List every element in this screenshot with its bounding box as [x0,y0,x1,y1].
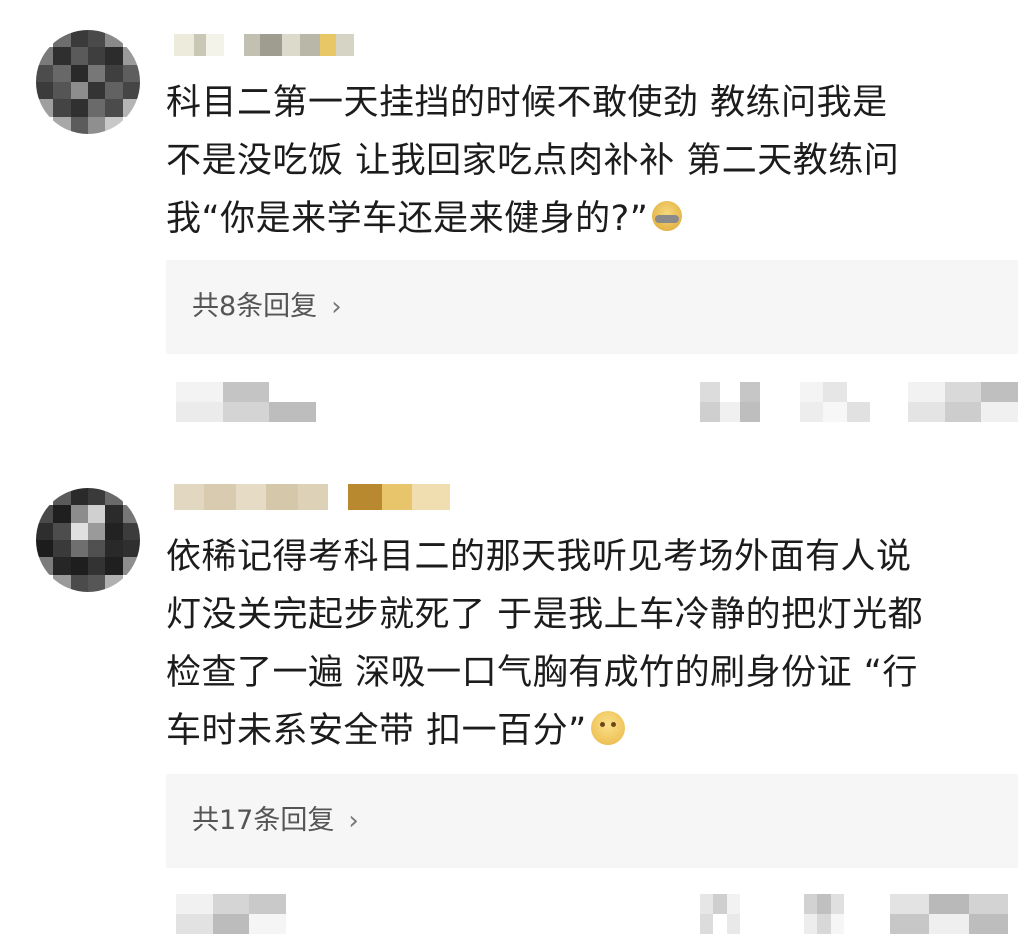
comment-item: 依稀记得考科目二的那天我听见考场外面有人说 灯没关完起步就死了 于是我上车冷静的… [0,468,1024,936]
pixelated-reply-action[interactable] [700,382,760,422]
reply-count-label: 共8条回复 › [192,260,342,354]
comment-actions-bar [0,894,1024,934]
chevron-right-icon: › [331,292,342,322]
pixelated-timestamp [176,382,316,422]
comment-text-line: 检查了一遍 深吸一口气胸有成竹的刷身份证 “行 [166,653,918,693]
chevron-right-icon: › [348,806,359,836]
comment-text-line: 我“你是来学车还是来健身的?” [166,190,1006,248]
pixelated-like-action[interactable] [800,382,870,422]
comment-text-line: 不是没吃饭 让我回家吃点肉补补 第二天教练问 [166,141,900,181]
comment-text-line: 科目二第一天挂挡的时候不敢使劲 教练问我是 [166,83,888,123]
view-replies-button[interactable]: 共8条回复 › [166,260,1018,354]
comment-text-line: 灯没关完起步就死了 于是我上车冷静的把灯光都 [166,595,924,635]
pixelated-more-action[interactable] [890,894,1008,934]
view-replies-button[interactable]: 共17条回复 › [166,774,1018,868]
pixelated-like-action[interactable] [804,894,844,934]
pixelated-timestamp [176,894,286,934]
pixelated-username[interactable] [174,34,354,56]
comment-item: 科目二第一天挂挡的时候不敢使劲 教练问我是 不是没吃饭 让我回家吃点肉补补 第二… [0,0,1024,468]
reply-count-label: 共17条回复 › [192,774,359,868]
pixelated-more-action[interactable] [908,382,1018,422]
reply-count-text: 共17条回复 [192,805,335,836]
pixelated-avatar-icon[interactable] [36,30,140,134]
pixelated-username[interactable] [174,484,450,510]
comment-text-line: 车时未系安全带 扣一百分” [166,702,1006,760]
comment-text: 科目二第一天挂挡的时候不敢使劲 教练问我是 不是没吃饭 让我回家吃点肉补补 第二… [166,74,1006,248]
grin-emoji-icon [590,711,625,745]
comment-text: 依稀记得考科目二的那天我听见考场外面有人说 灯没关完起步就死了 于是我上车冷静的… [166,528,1006,760]
pixelated-reply-action[interactable] [700,894,740,934]
comment-actions-bar [0,382,1024,422]
comment-text-segment: 车时未系安全带 扣一百分” [166,711,587,751]
comment-text-line: 依稀记得考科目二的那天我听见考场外面有人说 [166,537,912,577]
reply-count-text: 共8条回复 [192,291,318,322]
sweat-smile-emoji-icon [652,201,683,231]
comment-text-segment: 我“你是来学车还是来健身的?” [166,199,649,239]
pixelated-avatar-icon[interactable] [36,488,140,592]
